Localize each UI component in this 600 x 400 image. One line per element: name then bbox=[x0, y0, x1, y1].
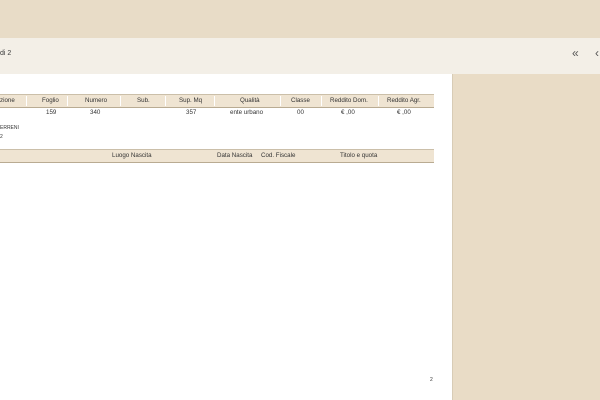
page-indicator: di 2 bbox=[0, 50, 12, 57]
cell-foglio: 159 bbox=[46, 109, 57, 116]
header-data-nascita: Data Nascita bbox=[217, 152, 253, 159]
header-separator bbox=[26, 96, 27, 106]
cell-sup-mq: 357 bbox=[186, 109, 197, 116]
header-separator bbox=[120, 96, 121, 106]
page-number: 2 bbox=[430, 377, 433, 383]
owners-table-header: Luogo Nascita Data Nascita Cod. Fiscale … bbox=[0, 149, 434, 163]
header-luogo-nascita: Luogo Nascita bbox=[112, 152, 152, 159]
cell-classe: 00 bbox=[297, 109, 304, 116]
cell-reddito-dom: € ,00 bbox=[341, 109, 355, 116]
header-separator bbox=[165, 96, 166, 106]
header-sub: Sub. bbox=[137, 97, 150, 104]
header-qualita: Qualità bbox=[240, 97, 260, 104]
first-page-icon[interactable]: « bbox=[572, 46, 579, 60]
header-separator bbox=[67, 96, 68, 106]
header-separator bbox=[280, 96, 281, 106]
parcel-table-header: zione Foglio Numero Sub. Sup. Mq Qualità… bbox=[0, 94, 434, 108]
note-count: 2 bbox=[0, 134, 3, 140]
cell-numero: 340 bbox=[90, 109, 101, 116]
header-separator bbox=[214, 96, 215, 106]
header-reddito-agr: Reddito Agr. bbox=[387, 97, 421, 104]
document-viewer[interactable]: zione Foglio Numero Sub. Sup. Mq Qualità… bbox=[0, 74, 600, 400]
note-terreni: ERRENI bbox=[0, 125, 19, 131]
viewer-toolbar: di 2 « ‹ bbox=[0, 38, 600, 75]
document-page: zione Foglio Numero Sub. Sup. Mq Qualità… bbox=[0, 74, 452, 400]
previous-page-icon[interactable]: ‹ bbox=[595, 46, 599, 60]
cell-qualita: ente urbano bbox=[230, 109, 264, 116]
header-cod-fiscale: Cod. Fiscale bbox=[261, 152, 296, 159]
header-reddito-dom: Reddito Dom. bbox=[330, 97, 368, 104]
top-bar bbox=[0, 0, 600, 39]
cell-reddito-agr: € ,00 bbox=[397, 109, 411, 116]
header-classe: Classe bbox=[291, 97, 310, 104]
header-sup-mq: Sup. Mq bbox=[179, 97, 203, 104]
header-separator bbox=[378, 96, 379, 106]
header-separator bbox=[321, 96, 322, 106]
header-titolo-quota: Titolo e quota bbox=[340, 152, 378, 159]
header-foglio: Foglio bbox=[42, 97, 59, 104]
header-sezione: zione bbox=[0, 97, 15, 104]
header-numero: Numero bbox=[85, 97, 108, 104]
